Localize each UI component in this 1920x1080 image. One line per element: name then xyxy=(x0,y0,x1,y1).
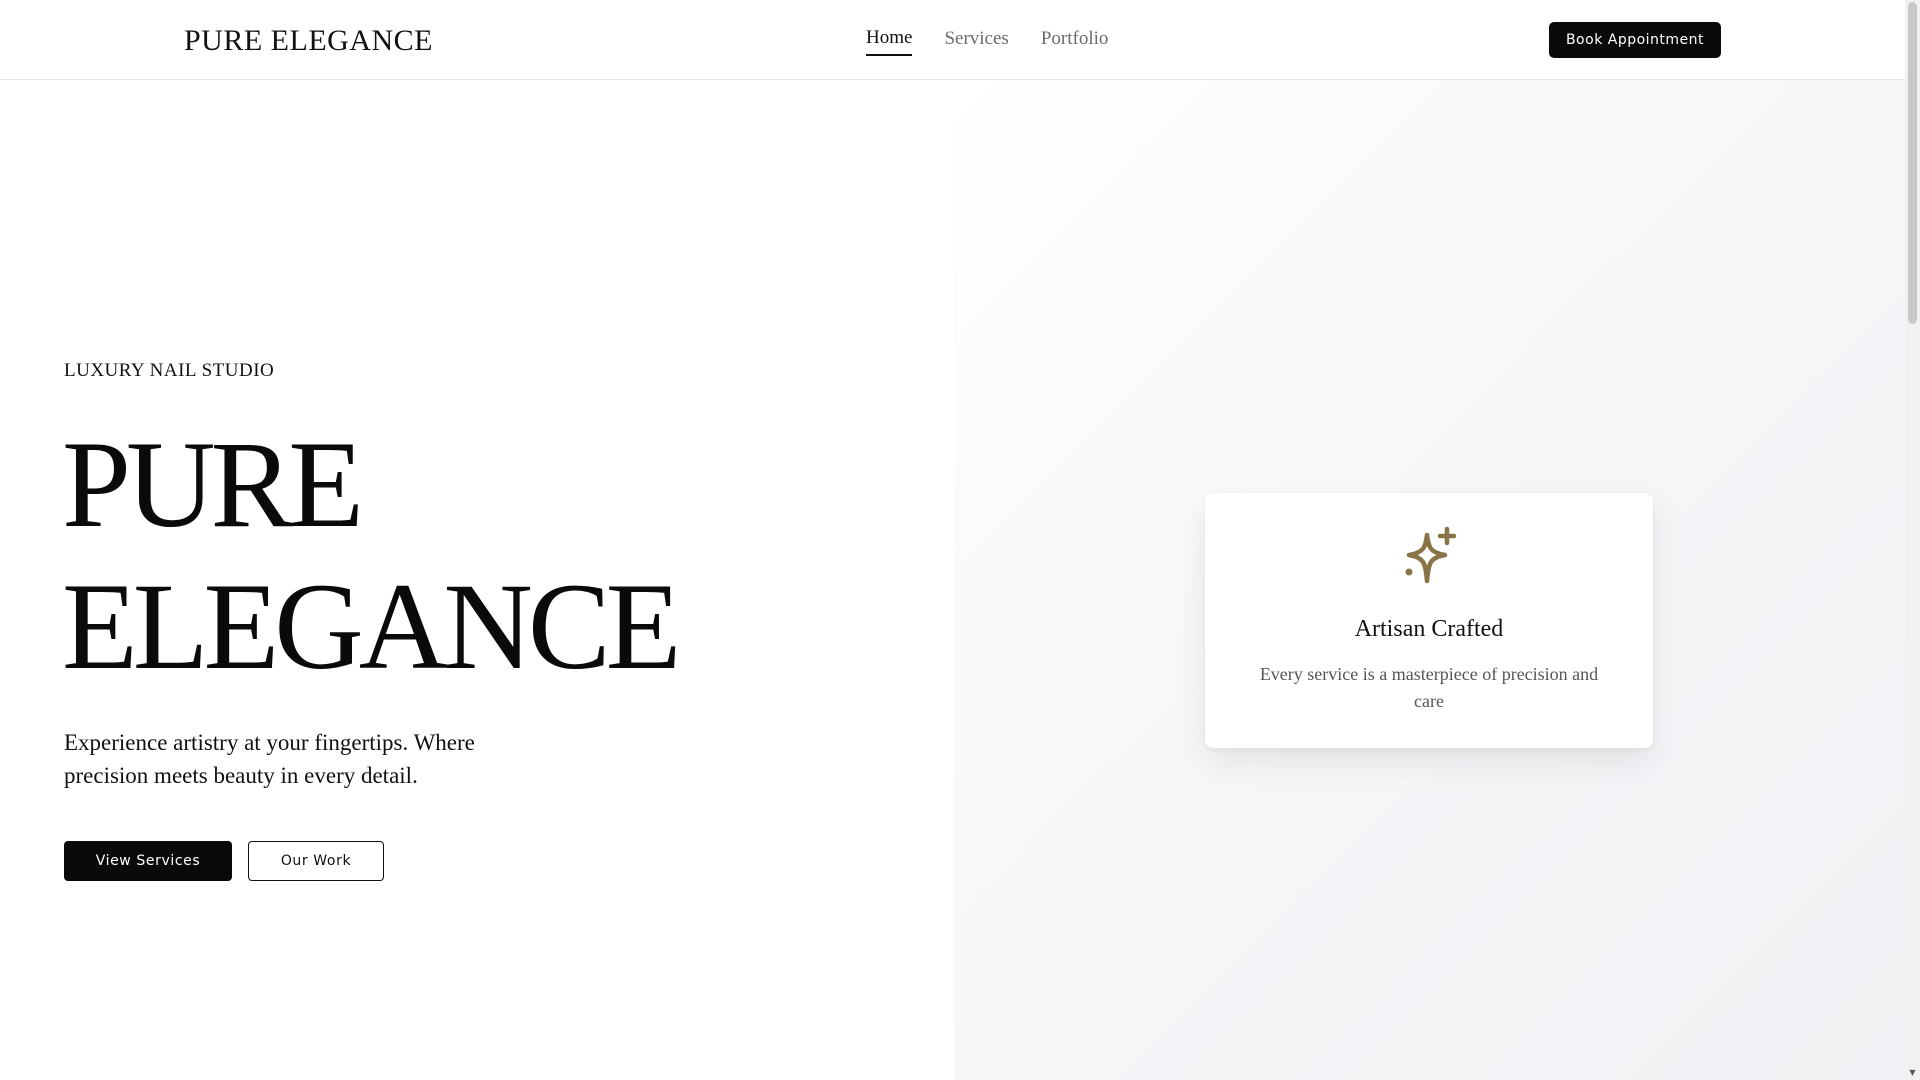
hero-title: PURE ELEGANCE xyxy=(62,414,681,698)
site-header: PURE ELEGANCE Home Services Portfolio Bo… xyxy=(0,0,1905,80)
hero-title-line-2: ELEGANCE xyxy=(62,558,681,695)
hero-eyebrow: LUXURY NAIL STUDIO xyxy=(64,360,275,381)
nav-link-portfolio[interactable]: Portfolio xyxy=(1041,25,1109,55)
feature-card-title: Artisan Crafted xyxy=(1354,616,1504,642)
main-nav: Home Services Portfolio xyxy=(866,24,1108,56)
brand-logo[interactable]: PURE ELEGANCE xyxy=(184,22,433,60)
page: PURE ELEGANCE Home Services Portfolio Bo… xyxy=(0,0,1905,1080)
nav-link-services[interactable]: Services xyxy=(944,25,1008,55)
sparkles-icon xyxy=(1405,526,1457,584)
scroll-down-arrow-icon[interactable]: ▼ xyxy=(1905,1066,1920,1080)
our-work-button[interactable]: Our Work xyxy=(248,841,384,881)
nav-link-home[interactable]: Home xyxy=(866,24,913,56)
feature-card-text: Every service is a masterpiece of precis… xyxy=(1259,664,1599,711)
page-scrollbar[interactable]: ▼ xyxy=(1905,0,1920,1080)
feature-card: Artisan Crafted Every service is a maste… xyxy=(1205,493,1653,748)
scrollbar-thumb[interactable] xyxy=(1908,2,1917,324)
book-appointment-button[interactable]: Book Appointment xyxy=(1549,22,1721,58)
hero-description: Experience artistry at your fingertips. … xyxy=(64,730,475,788)
hero-title-line-1: PURE xyxy=(62,416,364,553)
view-services-button[interactable]: View Services xyxy=(64,841,232,881)
